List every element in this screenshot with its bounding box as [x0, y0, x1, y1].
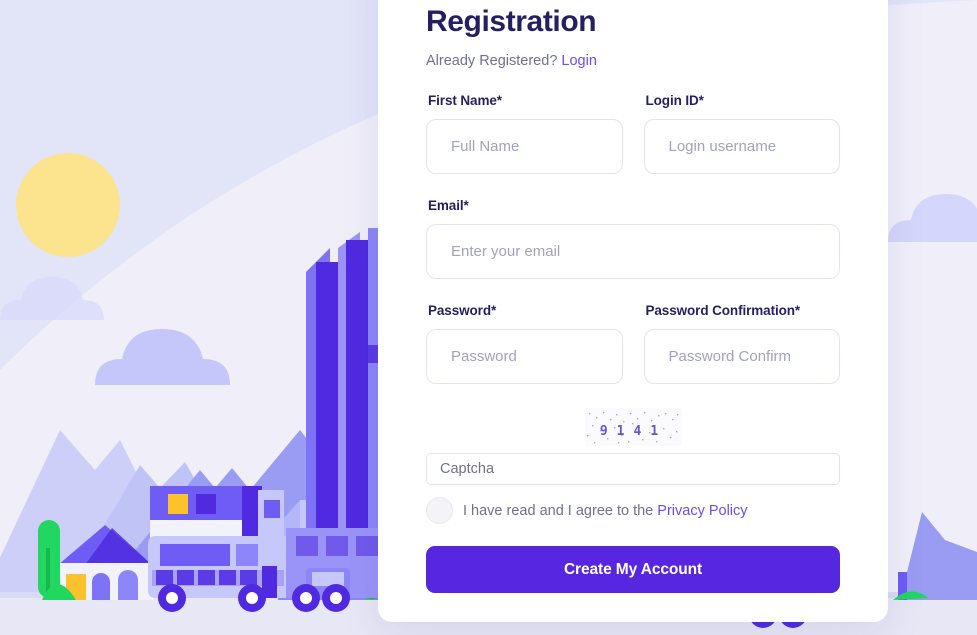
already-registered-text: Already Registered? Login	[426, 53, 840, 69]
login-link[interactable]: Login	[561, 53, 596, 69]
sun	[16, 153, 120, 257]
name-id-row: First Name* Login ID*	[426, 93, 840, 174]
first-name-input[interactable]	[426, 119, 623, 174]
agreement-text: I have read and I agree to the Privacy P…	[463, 503, 748, 519]
login-id-group: Login ID*	[643, 93, 840, 174]
captcha-image[interactable]: 9141	[584, 408, 682, 446]
password-label: Password*	[428, 303, 497, 318]
privacy-policy-link[interactable]: Privacy Policy	[657, 503, 747, 519]
captcha-image-wrap: 9141	[426, 408, 840, 446]
password-group: Password*	[426, 303, 623, 384]
email-input[interactable]	[426, 224, 840, 279]
captcha-input-group	[426, 453, 840, 485]
login-id-label: Login ID*	[645, 93, 704, 108]
registration-card: Registration Already Registered? Login F…	[378, 0, 888, 622]
password-confirmation-input[interactable]	[643, 329, 840, 384]
login-id-input[interactable]	[643, 119, 840, 174]
agreement-checkbox[interactable]	[426, 497, 453, 524]
first-name-group: First Name*	[426, 93, 623, 174]
password-row: Password* Password Confirmation*	[426, 303, 840, 384]
email-group: Email*	[426, 198, 840, 279]
captcha-input[interactable]	[426, 453, 840, 485]
create-account-button[interactable]: Create My Account	[426, 546, 840, 593]
password-confirmation-group: Password Confirmation*	[643, 303, 840, 384]
email-row: Email*	[426, 198, 840, 279]
captcha-code: 9141	[599, 424, 666, 439]
already-registered-label: Already Registered?	[426, 53, 558, 69]
page-title: Registration	[426, 5, 597, 38]
agreement-row: I have read and I agree to the Privacy P…	[426, 497, 840, 524]
agreement-label: I have read and I agree to the	[463, 502, 654, 519]
password-confirmation-label: Password Confirmation*	[645, 303, 801, 318]
first-name-label: First Name*	[428, 93, 502, 108]
password-input[interactable]	[426, 329, 623, 384]
email-label: Email*	[428, 198, 469, 213]
